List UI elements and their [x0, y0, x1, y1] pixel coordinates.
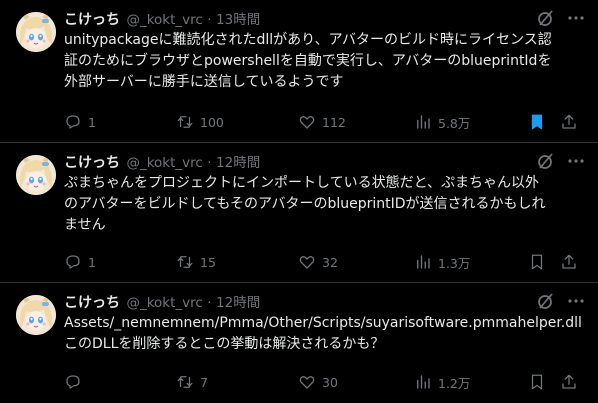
like-count: 32 — [322, 254, 338, 270]
views-button[interactable]: 1.3万 — [414, 251, 470, 273]
action-bar: 7 30 1.2万 — [64, 371, 582, 393]
heart-icon — [299, 256, 315, 269]
views-icon — [417, 255, 430, 269]
grok-icon[interactable] — [536, 151, 556, 171]
reply-icon — [66, 255, 80, 269]
tweet-header: こけっち @_kokt_vrc · 13時間 — [64, 8, 584, 30]
separator-dot: · — [207, 12, 212, 28]
tweet[interactable]: こけっち @_kokt_vrc · 13時間 unitypackageに難読化さ… — [0, 0, 598, 143]
heart-icon — [299, 116, 315, 129]
share-button[interactable] — [560, 371, 578, 393]
tweet-header: こけっち @_kokt_vrc · 12時間 — [64, 291, 584, 313]
tweet-text: unitypackageに難読化されたdllがあり、アバターのビルド時にライセン… — [64, 32, 552, 90]
retweet-count: 15 — [200, 254, 216, 270]
bookmark-icon — [531, 114, 543, 130]
reply-icon — [66, 115, 80, 129]
more-icon[interactable] — [566, 291, 586, 311]
timestamp[interactable]: 12時間 — [216, 155, 260, 171]
tweet-text: ぷまちゃんをプロジェクトにインポートしている状態だと、ぷまちゃん以外 のアバター… — [64, 175, 546, 233]
like-count: 30 — [322, 374, 338, 390]
reply-button[interactable]: 1 — [64, 251, 96, 273]
display-name[interactable]: こけっち — [64, 295, 120, 311]
retweet-button[interactable]: 100 — [176, 111, 224, 133]
user-handle[interactable]: @_kokt_vrc — [126, 155, 202, 171]
bookmark-icon — [531, 374, 543, 390]
user-handle[interactable]: @_kokt_vrc — [126, 12, 202, 28]
retweet-icon — [177, 376, 193, 388]
timestamp[interactable]: 12時間 — [216, 295, 260, 311]
avatar[interactable] — [16, 155, 56, 195]
retweet-icon — [177, 116, 193, 128]
tweet-text: Assets/_nemnemnem/Pmma/Other/Scripts/suy… — [64, 315, 582, 352]
separator-dot: · — [207, 155, 212, 171]
grok-icon[interactable] — [536, 291, 556, 311]
share-icon — [562, 254, 576, 269]
more-icon[interactable] — [566, 151, 586, 171]
bookmark-button[interactable] — [528, 111, 546, 133]
reply-button[interactable]: 1 — [64, 111, 96, 133]
views-button[interactable]: 5.8万 — [414, 111, 470, 133]
reply-button[interactable] — [64, 371, 88, 393]
like-count: 112 — [322, 114, 346, 130]
display-name[interactable]: こけっち — [64, 12, 120, 28]
share-icon — [562, 114, 576, 129]
more-icon[interactable] — [566, 8, 586, 28]
retweet-icon — [177, 256, 193, 268]
view-count: 5.8万 — [438, 115, 471, 131]
retweet-count: 100 — [200, 114, 224, 130]
tweet[interactable]: こけっち @_kokt_vrc · 12時間 ぷまちゃんをプロジェクトにインポー… — [0, 143, 598, 283]
tweet[interactable]: こけっち @_kokt_vrc · 12時間 Assets/_nemnemnem… — [0, 283, 598, 403]
user-handle[interactable]: @_kokt_vrc — [126, 295, 202, 311]
retweet-count: 7 — [200, 374, 208, 390]
grok-icon[interactable] — [536, 8, 556, 28]
view-count: 1.2万 — [438, 375, 471, 391]
share-button[interactable] — [560, 111, 578, 133]
share-button[interactable] — [560, 251, 578, 273]
tweet-header: こけっち @_kokt_vrc · 12時間 — [64, 151, 584, 173]
reply-icon — [66, 375, 80, 389]
views-icon — [417, 375, 430, 389]
timestamp[interactable]: 13時間 — [216, 12, 260, 28]
bookmark-icon — [531, 254, 543, 270]
bookmark-button[interactable] — [528, 251, 546, 273]
retweet-button[interactable]: 7 — [176, 371, 208, 393]
action-bar: 1 15 32 1.3万 — [64, 251, 582, 273]
retweet-button[interactable]: 15 — [176, 251, 216, 273]
separator-dot: · — [207, 295, 212, 311]
view-count: 1.3万 — [438, 255, 471, 271]
reply-count: 1 — [88, 114, 96, 130]
views-icon — [417, 115, 430, 129]
like-button[interactable]: 30 — [298, 371, 338, 393]
avatar[interactable] — [16, 295, 56, 335]
like-button[interactable]: 112 — [298, 111, 346, 133]
timeline: こけっち @_kokt_vrc · 13時間 unitypackageに難読化さ… — [0, 0, 598, 403]
bookmark-button[interactable] — [528, 371, 546, 393]
share-icon — [562, 374, 576, 389]
reply-count: 1 — [88, 254, 96, 270]
heart-icon — [299, 376, 315, 389]
avatar[interactable] — [16, 12, 56, 52]
display-name[interactable]: こけっち — [64, 155, 120, 171]
action-bar: 1 100 112 5.8万 — [64, 111, 582, 133]
like-button[interactable]: 32 — [298, 251, 338, 273]
views-button[interactable]: 1.2万 — [414, 371, 470, 393]
